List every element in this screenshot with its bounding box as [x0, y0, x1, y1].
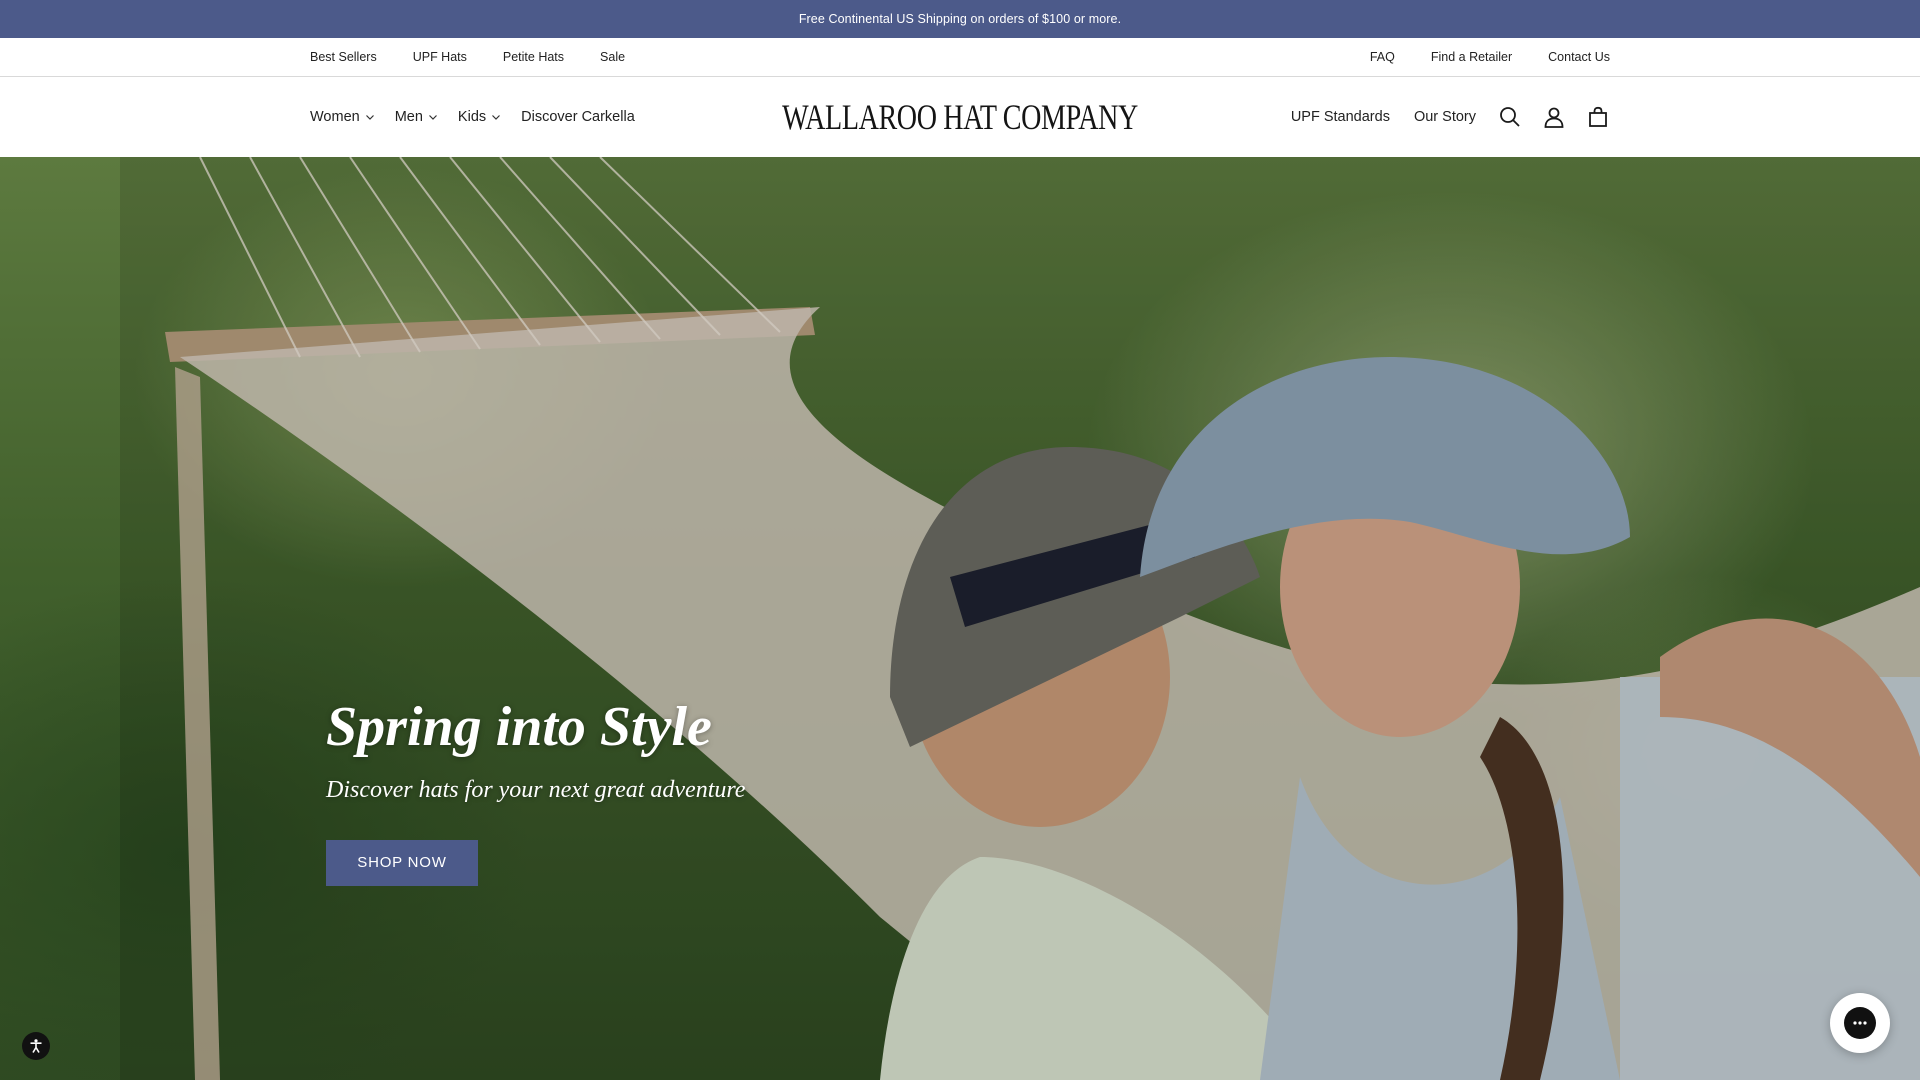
account-icon[interactable] — [1542, 105, 1566, 129]
nav-link-upf-standards[interactable]: UPF Standards — [1291, 109, 1390, 125]
nav-item-discover-carkella[interactable]: Discover Carkella — [521, 109, 635, 125]
utility-nav-left: Best Sellers UPF Hats Petite Hats Sale — [310, 38, 625, 76]
logo-text[interactable]: WALLAROO HAT COMPANY — [782, 96, 1138, 138]
chevron-down-icon — [365, 115, 374, 120]
chat-icon — [1844, 1007, 1876, 1039]
utility-link-faq[interactable]: FAQ — [1370, 50, 1395, 64]
hero-title: Spring into Style — [326, 696, 712, 758]
header-icons — [1498, 105, 1610, 129]
utility-link-upf-hats[interactable]: UPF Hats — [413, 50, 467, 64]
main-nav-right: UPF Standards Our Story — [1291, 77, 1610, 157]
hero-banner: Spring into Style Discover hats for your… — [0, 157, 1920, 1080]
accessibility-icon[interactable] — [22, 1032, 50, 1060]
main-header: Women Men Kids Discover Carkella WALLARO… — [0, 77, 1920, 157]
cart-icon[interactable] — [1586, 105, 1610, 129]
utility-link-best-sellers[interactable]: Best Sellers — [310, 50, 377, 64]
utility-link-sale[interactable]: Sale — [600, 50, 625, 64]
shop-now-button[interactable]: SHOP NOW — [326, 839, 478, 886]
main-nav-left: Women Men Kids Discover Carkella — [310, 77, 635, 157]
hero-subtitle: Discover hats for your next great advent… — [326, 776, 746, 803]
nav-item-men[interactable]: Men — [395, 109, 438, 125]
chevron-down-icon — [428, 115, 437, 120]
utility-link-find-retailer[interactable]: Find a Retailer — [1431, 50, 1512, 64]
search-icon[interactable] — [1498, 105, 1522, 129]
nav-item-kids[interactable]: Kids — [458, 109, 501, 125]
utility-link-petite-hats[interactable]: Petite Hats — [503, 50, 564, 64]
chevron-down-icon — [492, 115, 501, 120]
utility-link-contact-us[interactable]: Contact Us — [1548, 50, 1610, 64]
nav-label-men: Men — [394, 109, 423, 125]
hero-hammock-scene — [120, 157, 1920, 1080]
utility-nav-right: FAQ Find a Retailer Contact Us — [1370, 38, 1610, 76]
announcement-text: Free Continental US Shipping on orders o… — [798, 12, 1122, 26]
nav-label-kids: Kids — [457, 109, 487, 125]
logo: WALLAROO HAT COMPANY — [0, 77, 1920, 157]
announcement-bar: Free Continental US Shipping on orders o… — [0, 0, 1920, 38]
hero-content: Spring into Style Discover hats for your… — [326, 696, 746, 886]
nav-label-discover-carkella: Discover Carkella — [521, 109, 635, 125]
chat-widget-button[interactable] — [1830, 993, 1890, 1053]
utility-bar: Best Sellers UPF Hats Petite Hats Sale F… — [0, 38, 1920, 77]
nav-label-women: Women — [310, 109, 360, 125]
nav-item-women[interactable]: Women — [310, 109, 375, 125]
nav-link-our-story[interactable]: Our Story — [1414, 109, 1476, 125]
